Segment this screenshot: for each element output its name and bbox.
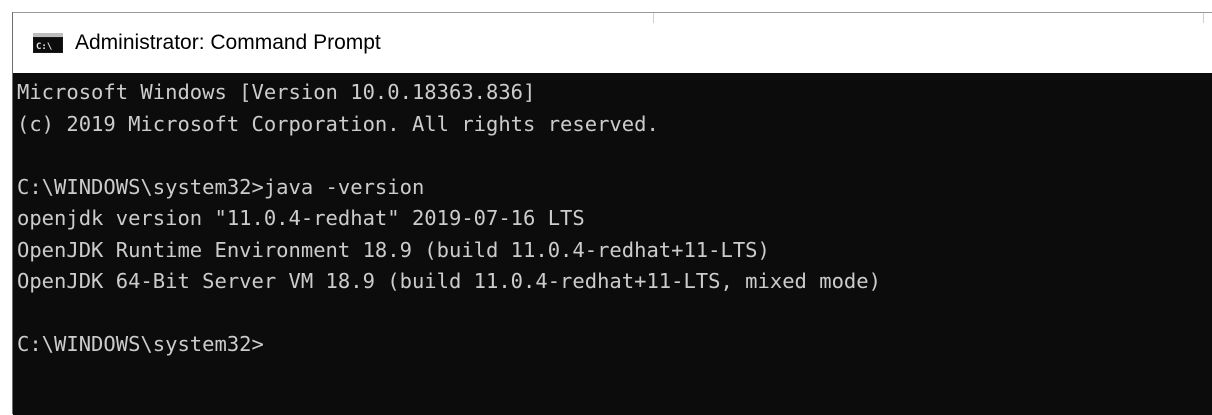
console-line: openjdk version "11.0.4-redhat" 2019-07-… <box>17 206 585 230</box>
cmd-icon[interactable]: C:\ <box>33 33 63 53</box>
svg-text:C:\: C:\ <box>36 42 52 52</box>
console-line: Microsoft Windows [Version 10.0.18363.83… <box>17 80 536 104</box>
console-output[interactable]: Microsoft Windows [Version 10.0.18363.83… <box>13 73 1212 415</box>
console-line: OpenJDK Runtime Environment 18.9 (build … <box>17 237 770 262</box>
title-bar[interactable]: C:\ Administrator: Command Prompt <box>13 13 1212 73</box>
console-line: OpenJDK 64-Bit Server VM 18.9 (build 11.… <box>17 269 881 293</box>
window-title: Administrator: Command Prompt <box>75 31 381 54</box>
title-bar-divider <box>1203 13 1204 23</box>
title-bar-divider <box>653 13 654 23</box>
console-prompt-line[interactable]: C:\WINDOWS\system32> <box>17 329 1212 361</box>
console-line: (c) 2019 Microsoft Corporation. All righ… <box>17 111 659 136</box>
console-line: C:\WINDOWS\system32>java -version <box>17 174 425 199</box>
command-prompt-window[interactable]: C:\ Administrator: Command Prompt Micros… <box>12 12 1212 415</box>
